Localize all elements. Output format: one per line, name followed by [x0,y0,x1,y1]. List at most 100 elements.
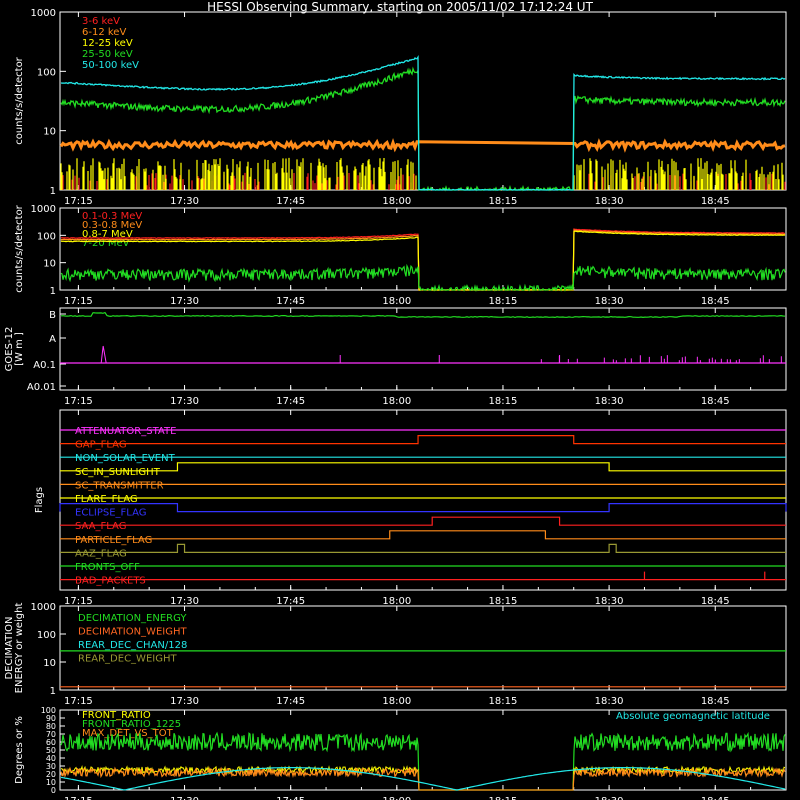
flag-label: AAZ_FLAG [75,548,127,559]
flag-label: BAD_PACKETS [75,576,146,587]
time-tick-label: 18:00 [382,296,411,307]
y-tick-label: 10 [46,778,56,787]
time-tick-label: 18:00 [382,696,411,707]
flag-line-bad-packets [60,571,786,581]
y-axis-label-text: Degrees or % [14,716,25,784]
y-tick-label: 40 [46,754,56,763]
time-tick-label: 18:00 [382,796,411,800]
time-tick-label: 17:15 [64,396,93,407]
y-tick-label: 90 [46,714,56,723]
y-tick-label: 1 [50,186,56,197]
y-tick-label: A [49,334,56,345]
time-tick-label: 17:15 [64,796,93,800]
series-0-3-0-8-mev [60,229,786,291]
series-6-12kev [59,138,786,153]
time-tick-label: 17:30 [170,396,199,407]
y-tick-label: A0.1 [33,360,56,371]
y-tick-label: 10 [43,127,56,138]
legend-entry: 50-100 keV [82,60,139,71]
time-tick-label: 17:30 [170,296,199,307]
flag-label: PARTICLE_FLAG [75,535,152,546]
time-tick-label: 18:15 [489,796,518,800]
y-tick-label: 10 [43,259,56,270]
time-tick-label: 18:30 [595,396,624,407]
legend-entry: 12-25 keV [82,38,133,49]
legend-entry: DECIMATION_ENERGY [78,613,187,624]
time-tick-label: 18:00 [382,196,411,207]
y-axis-label-text: Flags [34,487,45,513]
flag-label: SC_TRANSMITTER [75,480,164,491]
y-tick-label: B [49,310,56,321]
time-tick-label: 18:30 [595,596,624,607]
time-tick-label: 18:30 [595,196,624,207]
time-tick-label: 18:00 [382,396,411,407]
time-tick-label: 18:15 [489,296,518,307]
panel-6: 17:15 17:30 17:45 18:00 18:15 18:30 18:45 01020… [14,706,787,800]
flag-line-aaz-flag [60,543,786,553]
time-tick-label: 18:30 [595,296,624,307]
y-axis-label-text: ENERGY or weight [14,603,25,694]
series-front-ratio-1225 [60,731,786,791]
time-tick-label: 18:45 [701,196,730,207]
y-tick-label: 10 [43,658,56,669]
y-axis-label: Flags [34,487,45,513]
time-tick-label: 17:30 [170,596,199,607]
y-tick-label: 100 [41,706,56,715]
panel-frame [59,409,787,591]
flag-label: SAA_FLAG [75,521,126,532]
flag-label: FRONTS_OFF [75,562,140,573]
time-tick-label: 18:45 [701,696,730,707]
legend-entry: 6-12 keV [82,27,126,38]
time-tick-label: 17:30 [170,696,199,707]
y-tick-label: 20 [46,770,56,779]
y-tick-label: 1 [50,686,56,697]
flag-label: ECLIPSE_FLAG [75,508,146,519]
y-axis-label-text: counts/s/detector [14,204,25,292]
panel-5: 17:15 17:30 17:45 18:00 18:15 18:30 18:45 1 10 10… [4,602,787,707]
goes-short-spikes [100,345,782,364]
series-7-20-mev [60,263,786,293]
legend-entry: 25-50 keV [82,49,133,60]
legend-entry: REAR_DEC_CHAN/128 [78,640,187,651]
legend-entry: MAX_DET_VS_TOT [82,728,174,739]
time-tick-label: 18:45 [701,396,730,407]
time-tick-label: 17:45 [276,796,305,800]
y-tick-label: 100 [37,231,56,242]
annotation-geomagnetic: Absolute geomagnetic latitude [616,711,770,722]
time-tick-label: 17:15 [64,196,93,207]
y-tick-label: 1000 [31,8,56,19]
time-tick-label: 18:00 [382,596,411,607]
flag-label: GAP_FLAG [75,440,127,451]
time-tick-label: 17:15 [64,596,93,607]
time-tick-label: 18:45 [701,796,730,800]
panel-4: 17:15 17:30 17:45 18:00 18:15 18:30 18:45 Flags… [34,409,787,607]
time-tick-label: 18:30 [595,796,624,800]
y-tick-label: 0 [51,786,56,795]
time-tick-label: 18:30 [595,696,624,707]
legend-entry: DECIMATION_WEIGHT [78,627,187,638]
time-tick-label: 17:45 [276,396,305,407]
time-tick-label: 17:45 [276,696,305,707]
y-axis-label: GOES-12 [W m ] [4,327,25,372]
time-tick-label: 17:45 [276,196,305,207]
panel-1: 17:15 17:30 17:45 18:00 18:15 18:30 18:45 1 10 10… [14,8,787,207]
time-tick-label: 17:45 [276,596,305,607]
y-tick-label: 70 [46,730,56,739]
flag-line-particle-flag [60,530,786,540]
y-axis-label: counts/s/detector [14,56,25,144]
flag-line-saa-flag [60,516,786,526]
flag-line-eclipse-flag [59,503,787,513]
time-tick-label: 18:45 [701,296,730,307]
time-tick-label: 18:15 [489,596,518,607]
y-axis-label-text: [W m ] [14,332,25,366]
y-axis-label: counts/s/detector [14,204,25,292]
time-tick-label: 18:15 [489,396,518,407]
y-tick-label: 100 [37,630,56,641]
time-tick-label: 17:30 [170,796,199,800]
goes-long-channel [60,311,786,319]
y-axis-label: DECIMATION ENERGY or weight [4,603,25,694]
panel-frame [59,307,787,391]
y-tick-label: 100 [37,67,56,78]
y-tick-label: 50 [46,746,56,755]
series-0-1-0-3-mev [60,228,785,291]
